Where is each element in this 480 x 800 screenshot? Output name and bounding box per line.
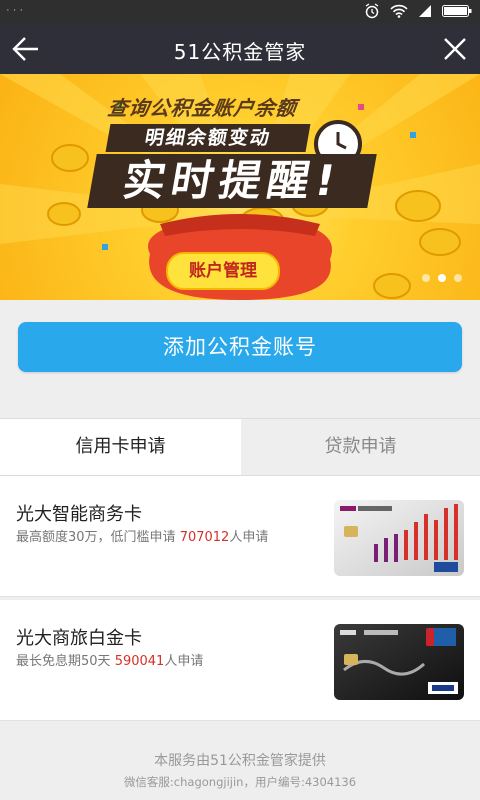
card-image (334, 500, 464, 576)
banner-line-3: 实时提醒! (87, 154, 377, 208)
status-left-text: · · · (6, 4, 24, 16)
card-name: 光大商旅白金卡 (16, 628, 142, 649)
banner-line-2: 明细余额变动 (105, 124, 311, 152)
tab-bar: 信用卡申请 贷款申请 (0, 418, 480, 476)
list-item[interactable]: 光大商旅白金卡 最长免息期50天 590041人申请 (0, 600, 480, 721)
close-icon[interactable] (442, 36, 468, 62)
add-account-button[interactable]: 添加公积金账号 (18, 322, 462, 372)
banner-line-1: 查询公积金账户余额 (106, 96, 299, 120)
carousel-dot (422, 274, 430, 282)
carousel-indicator (422, 274, 462, 282)
footer: 本服务由51公积金管家提供 微信客服:chagongjijin，用户编号:430… (0, 750, 480, 790)
applicant-count: 707012 (179, 530, 230, 545)
tab-credit-card[interactable]: 信用卡申请 (0, 419, 241, 475)
applicant-count: 590041 (114, 654, 165, 669)
promo-banner[interactable]: 查询公积金账户余额 明细余额变动 实时提醒! 账户管理 (0, 74, 480, 300)
alarm-icon (364, 3, 380, 19)
carousel-dot-active (438, 274, 446, 282)
footer-contact-text: 微信客服:chagongjijin，用户编号:4304136 (123, 775, 357, 789)
account-manage-button[interactable]: 账户管理 (166, 252, 280, 290)
card-image (334, 624, 464, 700)
signal-icon (418, 4, 432, 18)
list-item[interactable]: 光大智能商务卡 最高额度30万，低门槛申请 707012人申请 (0, 476, 480, 597)
nav-bar: 51公积金管家 (0, 24, 480, 74)
card-description: 最长免息期50天 590041人申请 (16, 654, 204, 669)
card-description: 最高额度30万，低门槛申请 707012人申请 (16, 530, 269, 545)
battery-icon (442, 4, 472, 18)
wifi-icon (390, 4, 408, 18)
status-bar: · · · (0, 0, 480, 24)
carousel-dot (454, 274, 462, 282)
tab-loan[interactable]: 贷款申请 (241, 419, 480, 475)
page-title: 51公积金管家 (173, 40, 307, 64)
footer-provider-text: 本服务由51公积金管家提供 (154, 753, 326, 769)
card-name: 光大智能商务卡 (16, 504, 142, 525)
